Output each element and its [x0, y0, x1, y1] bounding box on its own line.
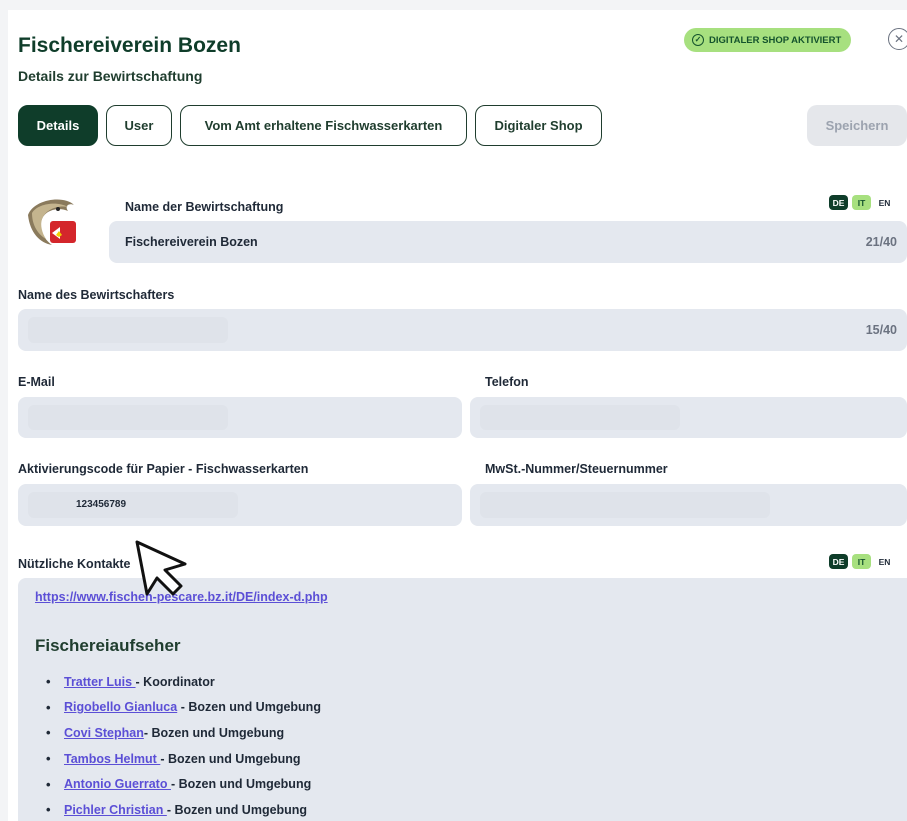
redacted-value: [28, 405, 228, 430]
bewirtschafter-label: Name des Bewirtschafters: [18, 288, 175, 302]
lang-it-button[interactable]: IT: [852, 195, 871, 210]
aktivierungscode-label: Aktivierungscode für Papier - Fischwasse…: [18, 462, 309, 476]
bewirtschaftung-label: Name der Bewirtschaftung: [125, 200, 284, 214]
kontakte-label: Nützliche Kontakte: [18, 557, 131, 571]
aktivierungscode-field[interactable]: 123456789: [18, 484, 462, 526]
page-subtitle: Details zur Bewirtschaftung: [18, 68, 203, 84]
contacts-heading: Fischereiaufseher: [35, 636, 181, 655]
shop-status-badge: ✓ DIGITALER SHOP AKTIVIERT: [684, 28, 852, 52]
contacts-list: • Tratter Luis - Koordinator • Rigobello G…: [35, 669, 321, 821]
list-item: • Covi Stephan - Bozen und Umgebung: [46, 725, 285, 741]
shop-status-label: DIGITALER SHOP AKTIVIERT: [709, 34, 842, 46]
check-circle-icon: ✓: [692, 34, 704, 46]
language-switch-name: DE IT EN: [829, 195, 894, 210]
page-title: Fischereiverein Bozen: [18, 34, 241, 57]
save-button[interactable]: Speichern: [807, 105, 907, 146]
list-item: • Rigobello Gianluca - Bozen und Umgebung: [46, 699, 321, 715]
bewirtschafter-input[interactable]: 15/40: [18, 309, 907, 351]
contact-name-link[interactable]: Pichler Christian: [64, 803, 167, 817]
language-switch-contacts: DE IT EN: [829, 554, 894, 569]
tab-user[interactable]: User: [106, 105, 172, 146]
aktivierungscode-value: 123456789: [76, 499, 127, 510]
contact-name-link[interactable]: Tambos Helmut: [64, 752, 160, 766]
bewirtschafter-counter: 15/40: [865, 323, 897, 337]
contacts-editor[interactable]: https://www.fischen-pescare.bz.it/DE/ind…: [18, 578, 907, 821]
telefon-label: Telefon: [485, 375, 529, 389]
bewirtschaftung-input[interactable]: Fischereiverein Bozen 21/40: [109, 221, 907, 263]
club-logo: [28, 199, 76, 245]
lang-en-button[interactable]: EN: [875, 195, 894, 210]
lang-it-button[interactable]: IT: [852, 554, 871, 569]
mwst-field[interactable]: [470, 484, 907, 526]
list-item: • Tratter Luis - Koordinator: [46, 674, 215, 690]
redacted-value: [480, 492, 770, 518]
list-item: • Antonio Guerrato - Bozen und Umgebung: [46, 776, 312, 792]
redacted-value: [480, 405, 680, 430]
lang-de-button[interactable]: DE: [829, 195, 848, 210]
list-item: • Tambos Helmut - Bozen und Umgebung: [46, 751, 301, 767]
value-highlight: [28, 492, 238, 518]
mouse-pointer-icon: [135, 540, 187, 596]
redacted-value: [28, 317, 228, 343]
lang-de-button[interactable]: DE: [829, 554, 848, 569]
modal-panel: Fischereiverein Bozen Details zur Bewirt…: [8, 10, 907, 821]
email-field[interactable]: [18, 397, 462, 438]
list-item: • Pichler Christian - Bozen und Umgebung: [46, 802, 308, 818]
close-icon[interactable]: ✕: [888, 28, 907, 50]
mwst-label: MwSt.-Nummer/Steuernummer: [485, 462, 668, 476]
tab-details[interactable]: Details: [18, 105, 98, 146]
email-label: E-Mail: [18, 375, 55, 389]
contact-name-link[interactable]: Rigobello Gianluca: [64, 700, 177, 714]
bewirtschaftung-value: Fischereiverein Bozen: [125, 235, 258, 249]
contact-name-link[interactable]: Tratter Luis: [64, 675, 136, 689]
lang-en-button[interactable]: EN: [875, 554, 894, 569]
telefon-field[interactable]: [470, 397, 907, 438]
tab-fischwasserkarten[interactable]: Vom Amt erhaltene Fischwasserkarten: [180, 105, 467, 146]
contact-name-link[interactable]: Covi Stephan: [64, 726, 144, 740]
contact-name-link[interactable]: Antonio Guerrato: [64, 777, 171, 791]
tab-digitaler-shop[interactable]: Digitaler Shop: [475, 105, 602, 146]
bewirtschaftung-counter: 21/40: [865, 235, 897, 249]
